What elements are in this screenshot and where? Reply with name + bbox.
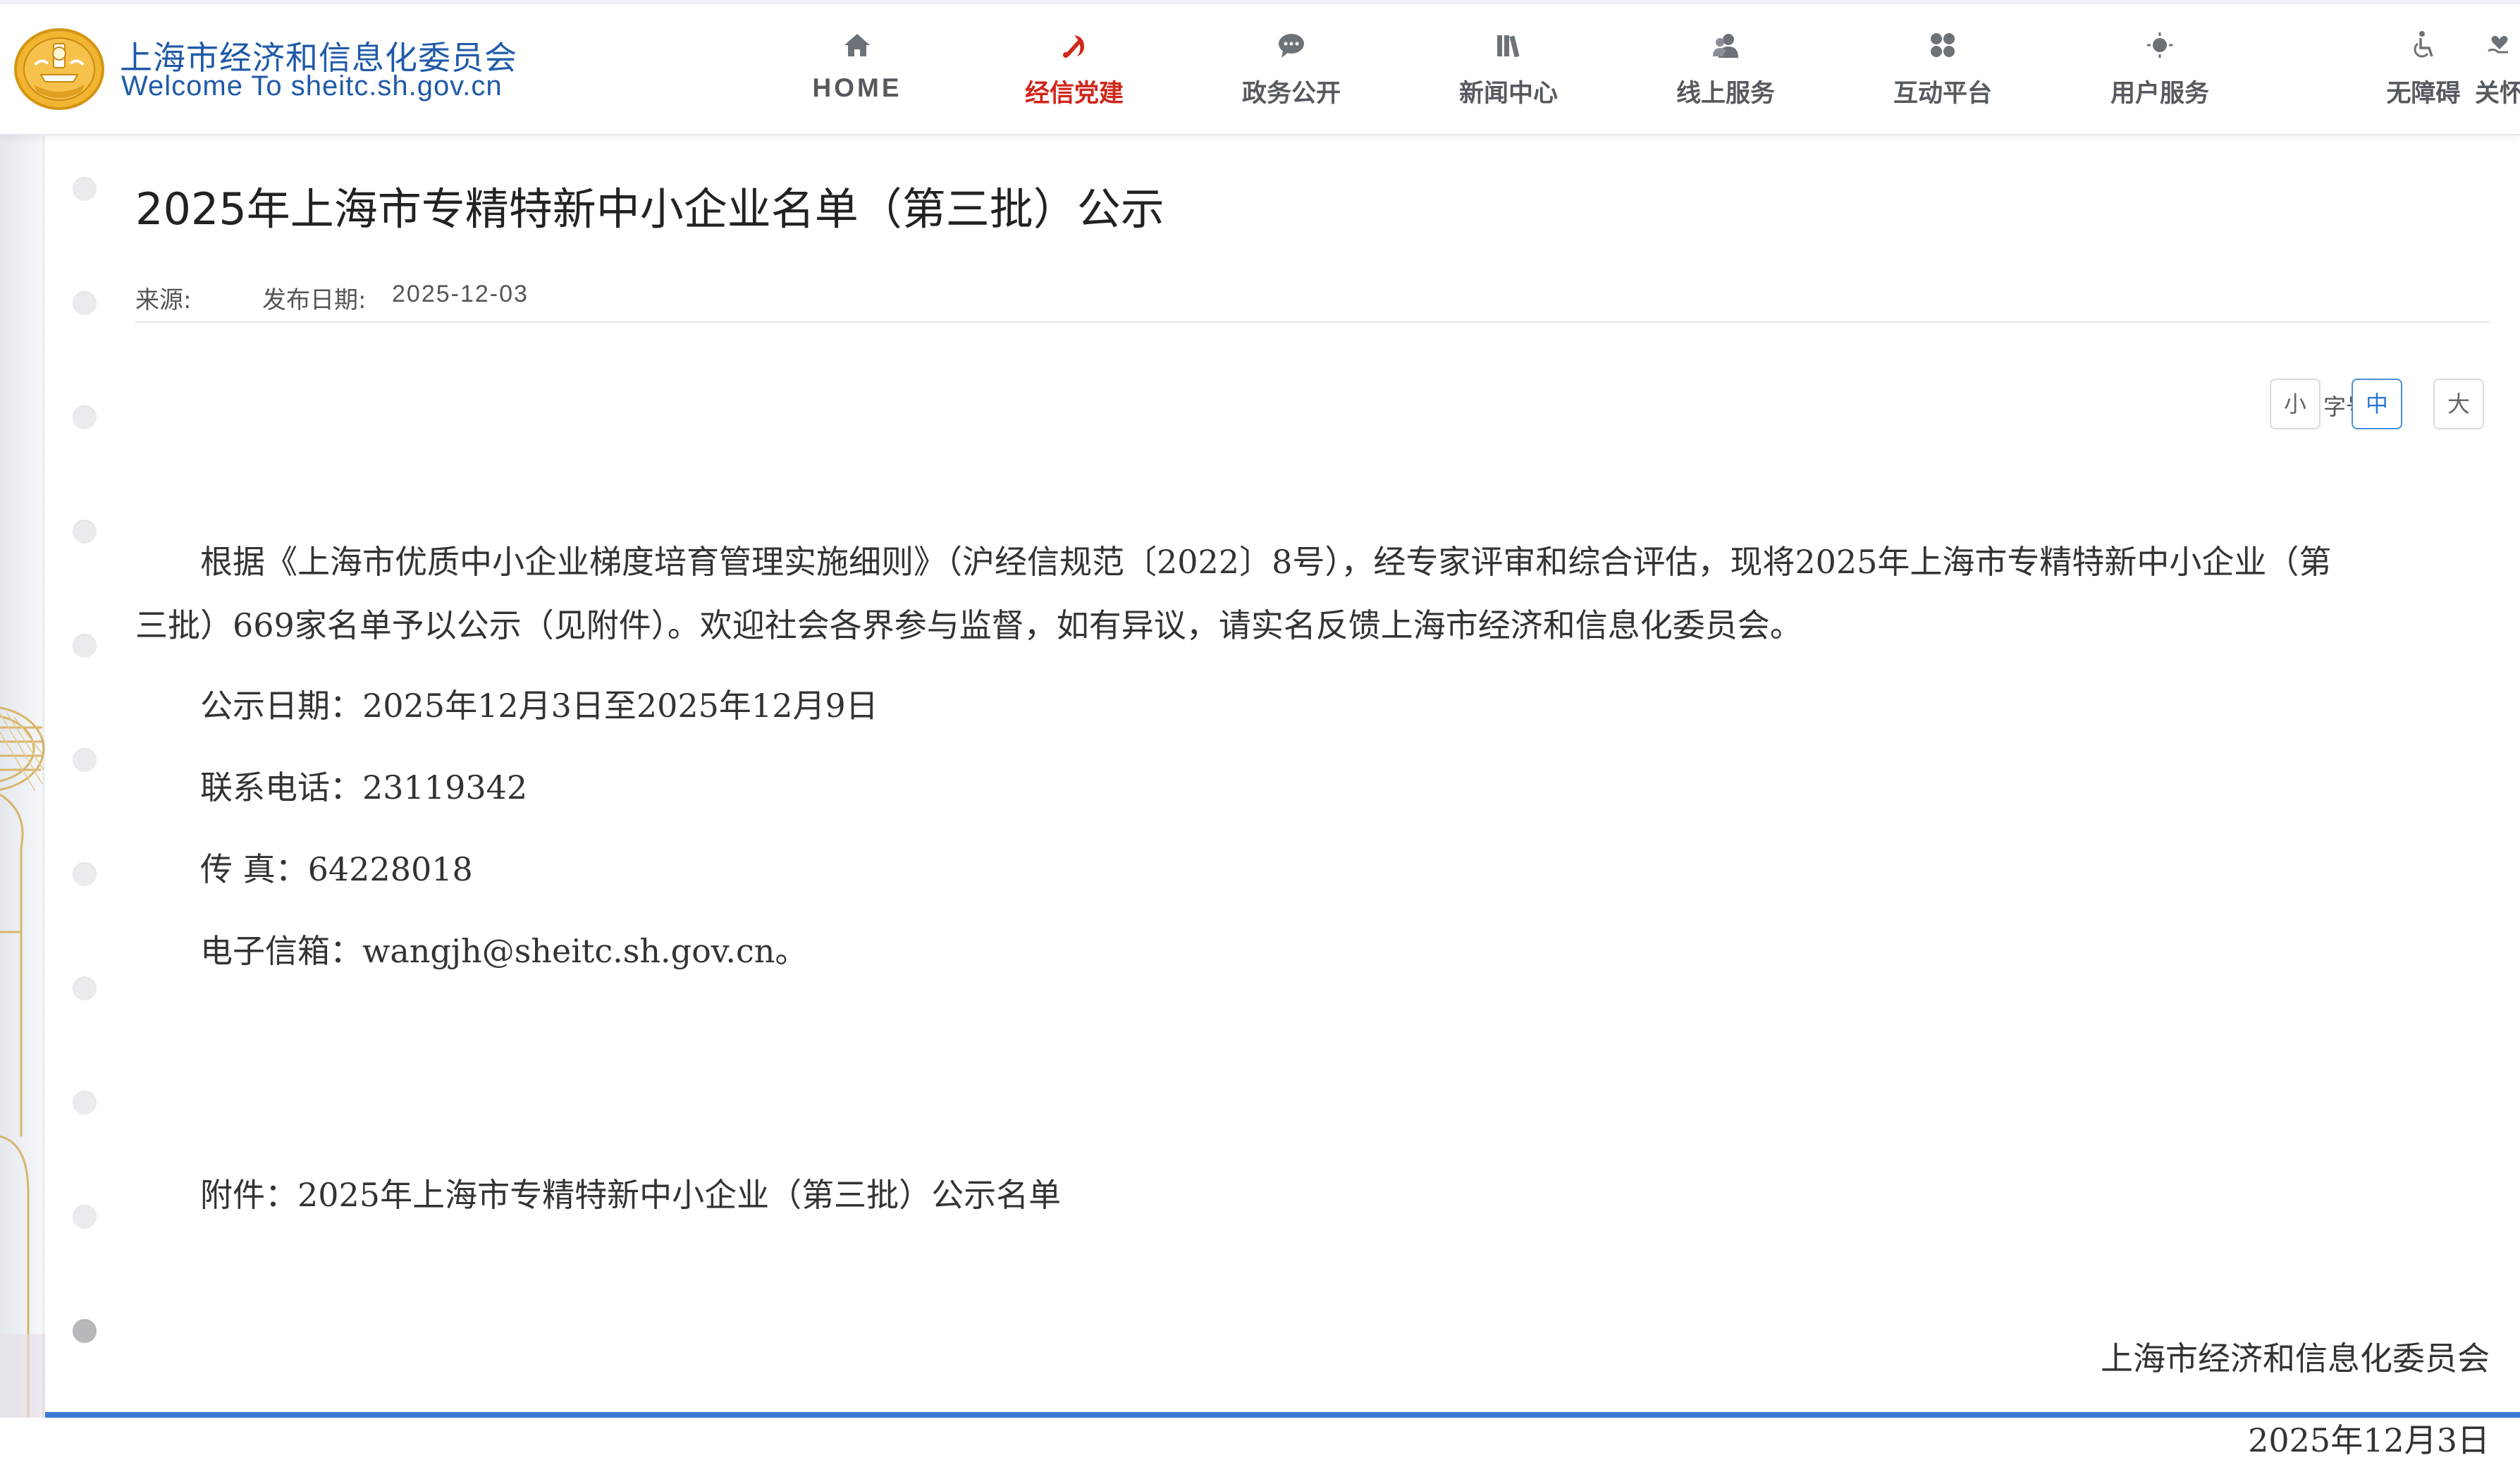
nav-item-care[interactable]: 关怀 (2464, 30, 2520, 114)
users-icon (1713, 34, 1738, 58)
sun-icon (2147, 32, 2172, 58)
decorative-dot (73, 405, 97, 429)
bottom-accent-bar (45, 1412, 2520, 1418)
decorative-dot (73, 1205, 97, 1229)
site-header: 上海市经济和信息化委员会 Welcome To sheitc.sh.gov.cn… (0, 0, 2520, 135)
publish-date-label: 发布日期: (262, 286, 367, 314)
home-icon (844, 34, 870, 56)
font-size-medium-button[interactable]: 中 (2352, 379, 2402, 429)
paragraph-line: 三批）669家名单予以公示（见附件）。欢迎社会各界参与监督，如有异议，请实名反馈… (135, 606, 1802, 644)
decorative-dot (73, 1319, 97, 1343)
nav-label-accessibility: 无障碍 (2386, 80, 2461, 108)
left-decorative-strip (0, 135, 45, 1418)
publish-date: 2025-12-03 (392, 281, 529, 307)
decorative-dot (73, 177, 97, 201)
left-strip-shadow (42, 135, 47, 1418)
paragraph-line: 根据《上海市优质中小企业梯度培育管理实施细则》（沪经信规范〔2022〕8号），经… (200, 543, 2332, 581)
nav-label-online-services: 线上服务 (1676, 80, 1775, 108)
nav-item-news[interactable]: 新闻中心 (1424, 30, 1593, 114)
nav-item-user-services[interactable]: 用户服务 (2075, 30, 2244, 114)
decorative-dot (73, 976, 97, 1000)
books-icon (1497, 35, 1520, 58)
font-size-large-button[interactable]: 大 (2433, 379, 2484, 429)
decorative-dot (73, 1091, 97, 1115)
title-divider (135, 321, 2490, 323)
heart-hand-icon (2488, 35, 2508, 54)
contact-fax: 传 真：64228018 (200, 850, 473, 888)
nav-label-care: 关怀 (2474, 80, 2520, 108)
nav-item-party[interactable]: 经信党建 (990, 30, 1159, 114)
decorative-tower-illustration (0, 706, 45, 1418)
decorative-dot (73, 634, 97, 658)
nav-label-user-services: 用户服务 (2110, 80, 2209, 108)
contact-email[interactable]: 电子信箱：wangjh@sheitc.sh.gov.cn。 (200, 919, 807, 983)
decorative-dot (73, 748, 97, 772)
source-label: 来源: (135, 286, 192, 314)
nav-item-accessibility[interactable]: 无障碍 (2367, 30, 2480, 114)
wheelchair-icon (2414, 31, 2433, 58)
decorative-dot (73, 520, 97, 544)
grid-icon (1931, 33, 1955, 57)
nav-item-gov-affairs[interactable]: 政务公开 (1207, 30, 1376, 114)
notice-period: 公示日期：2025年12月3日至2025年12月9日 (200, 687, 878, 725)
signature-org: 上海市经济和信息化委员会 (2101, 1339, 2490, 1378)
main-nav: HOME 经信党建 政务公开 新闻中心 线上服务 互动平台 用户服务 无障碍 关… (0, 0, 2520, 135)
nav-item-online-services[interactable]: 线上服务 (1641, 30, 1810, 114)
font-size-small-button[interactable]: 小 (2270, 379, 2321, 429)
decorative-dot (73, 291, 97, 315)
article-title: 2025年上海市专精特新中小企业名单（第三批）公示 (135, 183, 1164, 235)
nav-label-gov-affairs: 政务公开 (1241, 80, 1341, 108)
decorative-dot (73, 862, 97, 886)
signature-date: 2025年12月3日 (2248, 1421, 2490, 1459)
contact-phone: 联系电话：23119342 (200, 768, 528, 806)
nav-label-interaction: 互动平台 (1893, 80, 1992, 108)
party-emblem-icon (1063, 35, 1084, 58)
chat-bubble-icon (1279, 34, 1304, 58)
attachment-link[interactable]: 附件：2025年上海市专精特新中小企业（第三批）公示名单 (200, 1163, 1061, 1227)
nav-label-news: 新闻中心 (1458, 80, 1558, 108)
nav-item-home[interactable]: HOME (773, 30, 942, 114)
nav-label-home: HOME (812, 73, 902, 102)
nav-label-party: 经信党建 (1024, 80, 1124, 108)
nav-item-interaction[interactable]: 互动平台 (1858, 30, 2027, 114)
